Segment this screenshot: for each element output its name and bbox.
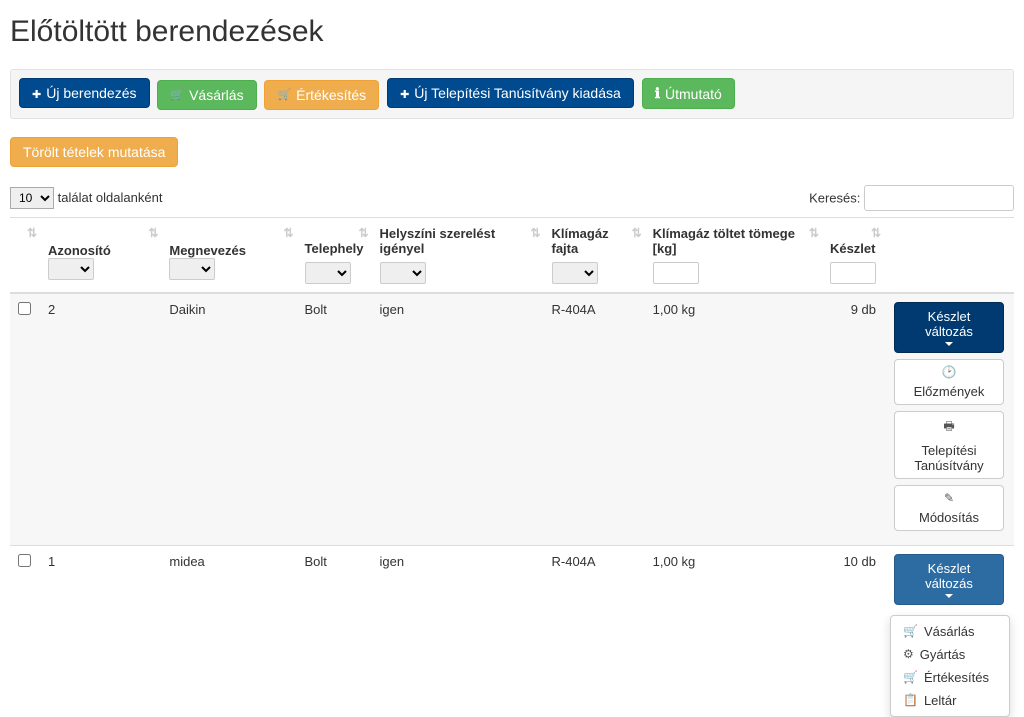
install-cert-label: Telepítési Tanúsítvány [905, 443, 993, 473]
col-name: Megnevezés [169, 243, 246, 258]
col-onsite: Helyszíni szerelést igényel [380, 226, 536, 256]
page-length-select[interactable]: 10 [10, 187, 54, 209]
cell-stock: 10 db [822, 545, 884, 619]
new-cert-label: Új Telepítési Tanúsítvány kiadása [414, 85, 621, 101]
cell-name: Daikin [161, 293, 296, 546]
cart-icon: 🛒 [277, 88, 291, 101]
guide-label: Útmutató [665, 86, 722, 102]
sort-icon[interactable]: ⇅ [27, 226, 34, 240]
filter-name[interactable] [169, 258, 215, 280]
purchase-button[interactable]: 🛒 Vásárlás [157, 80, 256, 110]
new-device-label: Új berendezés [46, 85, 136, 101]
clock-icon: 🕑 [942, 365, 957, 379]
cell-gas: R-404A [544, 545, 645, 619]
pencil-icon: ✎ [944, 491, 954, 505]
sort-icon[interactable]: ⇅ [530, 226, 537, 240]
new-device-button[interactable]: Új berendezés [19, 78, 150, 108]
cell-site: Bolt [297, 545, 372, 619]
info-icon [655, 85, 660, 102]
stock-change-button[interactable]: Készlet változás [894, 554, 1004, 605]
cell-mass: 1,00 kg [645, 293, 822, 546]
sort-icon[interactable]: ⇅ [809, 226, 816, 240]
filter-gas-mass[interactable] [653, 262, 699, 284]
cell-id: 2 [40, 293, 161, 546]
menu-sale[interactable]: 🛒 Értékesítés [891, 666, 1009, 689]
install-cert-button[interactable]: 🖶 Telepítési Tanúsítvány [894, 411, 1004, 479]
sort-icon[interactable]: ⇅ [871, 226, 878, 240]
filter-id[interactable] [48, 258, 94, 280]
menu-inventory-label: Leltár [924, 693, 957, 708]
sort-icon[interactable]: ⇅ [148, 226, 155, 240]
sort-icon[interactable]: ⇅ [358, 226, 365, 240]
table-row: 2 Daikin Bolt igen R-404A 1,00 kg 9 db K… [10, 293, 1014, 546]
cart-icon: 🛒 [903, 624, 918, 638]
cell-mass: 1,00 kg [645, 545, 822, 619]
col-stock: Készlet [830, 241, 876, 256]
page-length-suffix: találat oldalanként [58, 190, 163, 205]
row-checkbox[interactable] [18, 302, 31, 315]
devices-table: ⇅ Azonosító ⇅ Megnevezés ⇅ Telephely ⇅ [10, 217, 1014, 619]
caret-down-icon [945, 594, 953, 598]
filter-gas[interactable] [552, 262, 598, 284]
menu-inventory[interactable]: 📋 Leltár [891, 689, 1009, 712]
cart-icon: 🛒 [170, 88, 184, 101]
show-deleted-label: Törölt tételek mutatása [23, 144, 165, 160]
menu-sale-label: Értékesítés [924, 670, 989, 685]
cell-onsite: igen [372, 293, 544, 546]
stock-change-label: Készlet változás [903, 309, 995, 339]
stock-change-menu: 🛒 Vásárlás ⚙ Gyártás 🛒 Értékesítés 📋 Leltár [890, 615, 1010, 717]
row-checkbox[interactable] [18, 554, 31, 567]
sale-button[interactable]: 🛒 Értékesítés [264, 80, 379, 110]
plus-icon [400, 85, 409, 101]
filter-stock[interactable] [830, 262, 876, 284]
filter-site[interactable] [305, 262, 351, 284]
printer-icon: 🖶 [943, 417, 954, 438]
sort-icon[interactable]: ⇅ [283, 226, 290, 240]
filter-onsite[interactable] [380, 262, 426, 284]
col-site: Telephely [305, 241, 364, 256]
history-button[interactable]: 🕑 Előzmények [894, 359, 1004, 405]
new-certificate-button[interactable]: Új Telepítési Tanúsítvány kiadása [387, 78, 634, 108]
menu-purchase[interactable]: 🛒 Vásárlás [891, 620, 1009, 643]
cell-gas: R-404A [544, 293, 645, 546]
sale-label: Értékesítés [296, 87, 366, 103]
stock-change-dropdown: Készlet változás 🛒Vásárlás ⚙Gyártás 🛒Ért… [892, 554, 1006, 605]
main-toolbar: Új berendezés 🛒 Vásárlás 🛒 Értékesítés Ú… [10, 69, 1014, 119]
table-controls: 10 találat oldalanként Keresés: [10, 185, 1014, 211]
cell-stock: 9 db [822, 293, 884, 546]
edit-button[interactable]: ✎ Módosítás [894, 485, 1004, 531]
guide-button[interactable]: Útmutató [642, 78, 735, 109]
plus-icon [32, 85, 41, 101]
search-input[interactable] [864, 185, 1014, 211]
cart-icon: 🛒 [903, 670, 918, 684]
clipboard-icon: 📋 [903, 693, 918, 707]
col-gas-mass: Klímagáz töltet tömege [kg] [653, 226, 814, 256]
stock-change-label: Készlet változás [903, 561, 995, 591]
cell-name: midea [161, 545, 296, 619]
table-row: 1 midea Bolt igen R-404A 1,00 kg 10 db K… [10, 545, 1014, 619]
col-gas: Klímagáz fajta [552, 226, 637, 256]
show-deleted-button[interactable]: Törölt tételek mutatása [10, 137, 178, 167]
sort-icon[interactable]: ⇅ [632, 226, 639, 240]
purchase-label: Vásárlás [189, 87, 243, 103]
cell-id: 1 [40, 545, 161, 619]
history-label: Előzmények [914, 384, 985, 399]
menu-manufacture-label: Gyártás [920, 647, 966, 662]
col-id: Azonosító [48, 243, 111, 258]
menu-manufacture[interactable]: ⚙ Gyártás [891, 643, 1009, 666]
menu-purchase-label: Vásárlás [924, 624, 975, 639]
gear-icon: ⚙ [903, 647, 914, 661]
stock-change-button[interactable]: Készlet változás [894, 302, 1004, 353]
page-title: Előtöltött berendezések [10, 15, 1014, 49]
edit-label: Módosítás [919, 510, 979, 525]
caret-down-icon [945, 342, 953, 346]
search-label: Keresés: [809, 190, 860, 205]
cell-onsite: igen [372, 545, 544, 619]
cell-site: Bolt [297, 293, 372, 546]
